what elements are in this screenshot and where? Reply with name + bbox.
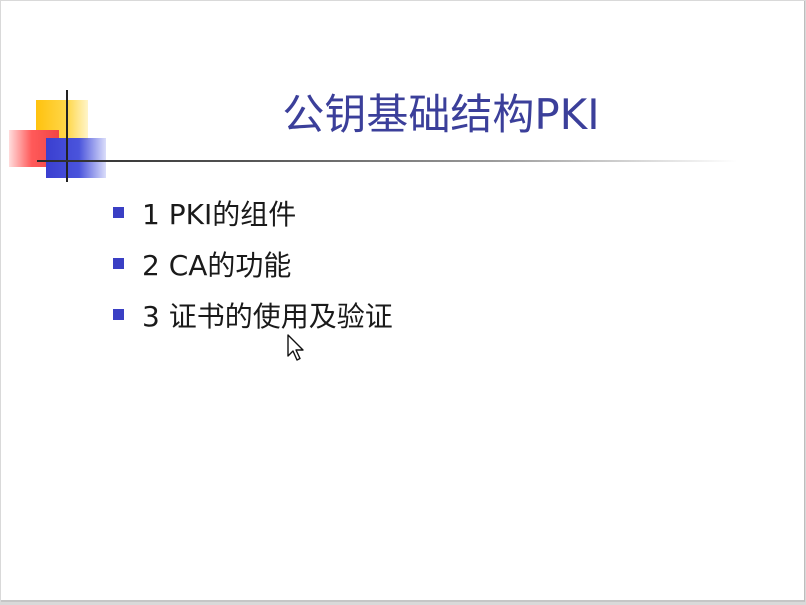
bullet-list: 1 PKI的组件 2 CA的功能 3 证书的使用及验证	[113, 187, 393, 340]
slide-title: 公钥基础结构PKI	[282, 90, 600, 139]
bullet-square-icon	[113, 309, 124, 320]
slide: 公钥基础结构PKI 1 PKI的组件 2 CA的功能 3 证书的使用及验证	[1, 1, 805, 602]
logo-vertical-line	[66, 90, 68, 182]
logo-square-blue	[46, 138, 106, 178]
bullet-square-icon	[113, 207, 124, 218]
corner-squares-logo	[1, 1, 121, 191]
bullet-square-icon	[113, 258, 124, 269]
mouse-pointer-icon	[287, 334, 304, 361]
bullet-text: 3 证书的使用及验证	[142, 299, 393, 333]
bullet-text: 2 CA的功能	[142, 248, 292, 282]
list-item: 2 CA的功能	[113, 238, 393, 289]
list-item: 1 PKI的组件	[113, 187, 393, 238]
title-underline	[37, 160, 737, 162]
bullet-text: 1 PKI的组件	[142, 197, 297, 231]
list-item: 3 证书的使用及验证	[113, 289, 393, 340]
